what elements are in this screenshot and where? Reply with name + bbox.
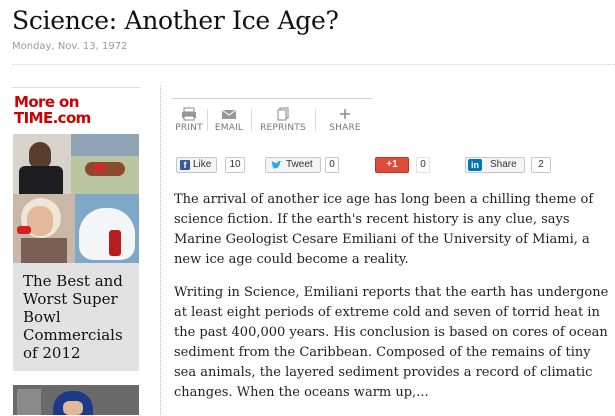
article-paragraph: Writing in Science, Emiliani reports tha… xyxy=(174,285,609,400)
twitter-bird-icon xyxy=(271,161,282,169)
more-on-heading-line2: TIME.com xyxy=(14,109,91,127)
reprints-label: REPRINTS xyxy=(260,123,306,133)
tweet-count: 0 xyxy=(325,157,339,173)
reprints-button[interactable]: REPRINTS xyxy=(254,107,312,135)
tool-separator xyxy=(315,109,316,131)
share-button[interactable]: SHARE xyxy=(322,107,368,135)
sidebar-divider xyxy=(12,87,140,88)
linkedin-icon: in xyxy=(468,159,482,171)
facebook-like-widget: f Like 10 xyxy=(176,157,256,175)
facebook-like-button[interactable]: f Like xyxy=(176,157,217,173)
tweet-label: Tweet xyxy=(286,159,313,170)
plus-icon xyxy=(340,109,350,119)
linkedin-share-button[interactable]: in Share xyxy=(465,157,525,173)
twitter-widget: Tweet 0 xyxy=(265,157,345,175)
email-button[interactable]: EMAIL xyxy=(210,107,248,135)
google-plusone-button[interactable]: +1 xyxy=(375,157,409,173)
google-plusone-count: 0 xyxy=(416,157,430,173)
linkedin-share-label: Share xyxy=(490,159,517,170)
article-paragraph: The arrival of another ice age has long … xyxy=(174,192,594,267)
tweet-button[interactable]: Tweet xyxy=(265,157,321,173)
linkedin-share-count: 2 xyxy=(531,157,551,173)
tool-separator xyxy=(251,109,252,131)
facebook-like-label: Like xyxy=(193,159,212,170)
header-divider xyxy=(12,64,615,65)
email-label: EMAIL xyxy=(214,123,244,133)
google-plusone-widget: +1 0 xyxy=(375,157,435,175)
article-tools: PRINT EMAIL REPRINTS SHARE xyxy=(172,98,372,139)
share-label: SHARE xyxy=(329,123,361,133)
more-on-heading-line1: More on xyxy=(14,93,79,111)
article-body: The arrival of another ice age has long … xyxy=(174,190,614,416)
facebook-like-count: 10 xyxy=(225,157,245,173)
print-label: PRINT xyxy=(175,123,203,133)
email-icon xyxy=(221,109,237,119)
article-date: Monday, Nov. 13, 1972 xyxy=(12,41,128,52)
page-title: Science: Another Ice Age? xyxy=(12,6,339,35)
promo-image-collage[interactable] xyxy=(13,134,139,263)
promo-image-football[interactable] xyxy=(13,385,139,415)
reprints-icon xyxy=(277,107,289,121)
print-icon xyxy=(182,107,196,121)
google-plusone-label: +1 xyxy=(386,159,398,170)
more-on-time-heading[interactable]: More on TIME.com xyxy=(14,94,140,126)
column-divider xyxy=(160,86,161,415)
print-button[interactable]: PRINT xyxy=(172,107,206,135)
promo-caption[interactable]: The Best and Worst Super Bowl Commercial… xyxy=(13,263,139,371)
linkedin-widget: in Share 2 xyxy=(465,157,565,175)
facebook-icon: f xyxy=(180,160,190,170)
tool-separator xyxy=(207,109,208,131)
